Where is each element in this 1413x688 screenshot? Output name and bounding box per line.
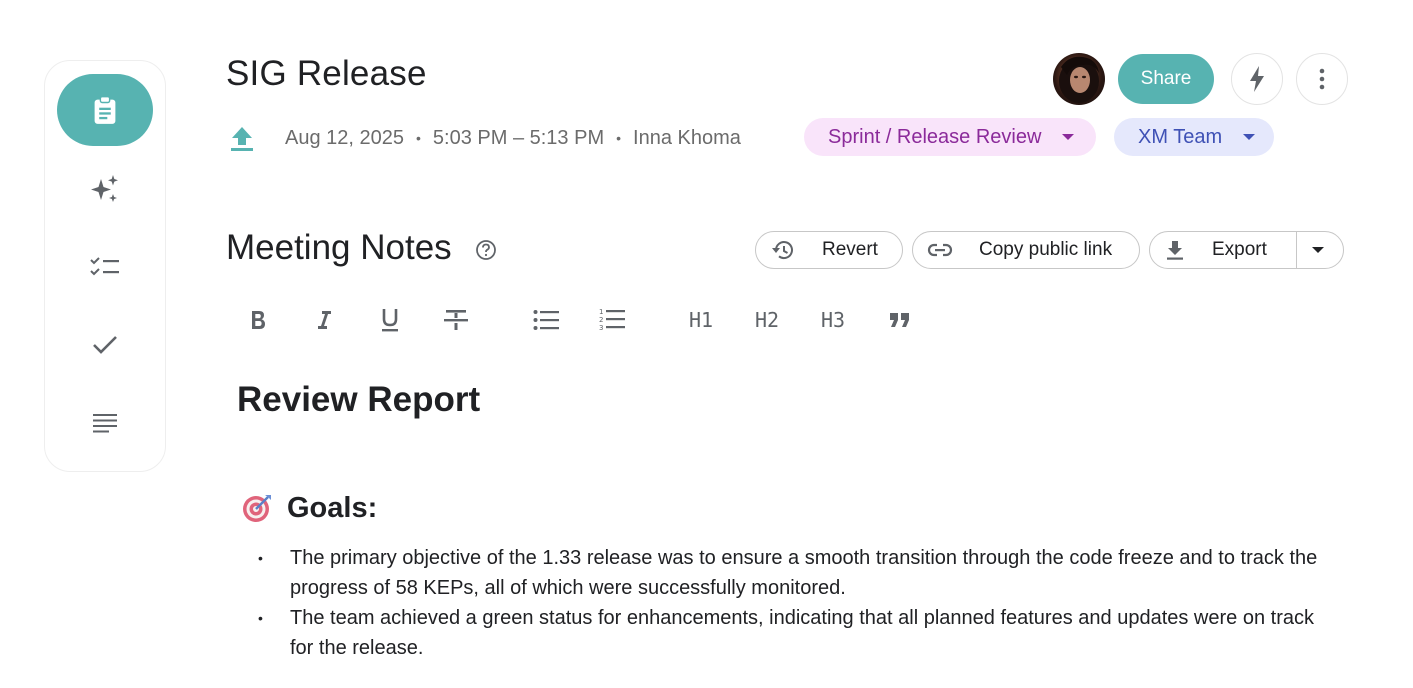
export-label: Export xyxy=(1212,239,1267,260)
strikethrough-button[interactable] xyxy=(440,304,472,336)
quote-button[interactable] xyxy=(884,304,916,336)
export-button[interactable]: Export xyxy=(1149,231,1344,269)
heading-3-button[interactable]: H3 xyxy=(816,304,850,336)
meeting-date: Aug 12, 2025 xyxy=(285,126,404,149)
svg-text:2: 2 xyxy=(599,316,603,324)
goals-heading-row: Goals: xyxy=(241,488,377,528)
section-title: Meeting Notes xyxy=(226,228,452,267)
avatar[interactable] xyxy=(1053,53,1105,105)
check-icon xyxy=(93,336,117,354)
list-item: The primary objective of the 1.33 releas… xyxy=(258,543,1338,603)
split-divider xyxy=(1296,232,1297,268)
more-vertical-icon xyxy=(1319,68,1325,90)
avatar-photo xyxy=(1059,56,1099,103)
document-title: Review Report xyxy=(237,380,481,419)
history-icon xyxy=(772,241,793,260)
copy-link-label: Copy public link xyxy=(979,239,1113,260)
heading-1-button[interactable]: H1 xyxy=(684,304,718,336)
svg-text:1: 1 xyxy=(599,308,603,316)
more-options-button[interactable] xyxy=(1296,53,1348,105)
chevron-down-icon xyxy=(1243,134,1256,140)
page-title: SIG Release xyxy=(226,54,427,93)
meta-separator: • xyxy=(416,130,421,146)
notes-lines-icon xyxy=(93,414,117,433)
sidebar-item-tasks[interactable] xyxy=(57,317,153,373)
revert-label: Revert xyxy=(822,239,878,260)
bold-button[interactable] xyxy=(242,304,274,336)
meeting-time: 5:03 PM – 5:13 PM xyxy=(432,126,605,149)
sidebar-item-notes[interactable] xyxy=(57,74,153,146)
tag-team[interactable]: XM Team xyxy=(1114,118,1274,156)
numbered-list-icon: 1 2 3 xyxy=(599,308,625,332)
bulleted-list-button[interactable] xyxy=(530,304,562,336)
bold-icon xyxy=(252,311,265,329)
sparkles-icon xyxy=(91,175,118,202)
italic-icon xyxy=(318,311,331,329)
share-button[interactable]: Share xyxy=(1118,54,1214,104)
heading-1-label: H1 xyxy=(688,308,714,332)
meeting-author: Inna Khoma xyxy=(633,126,741,149)
revert-button[interactable]: Revert xyxy=(755,231,903,269)
sidebar-item-transcript[interactable] xyxy=(57,395,153,451)
sidebar xyxy=(44,60,166,472)
bulleted-list-icon xyxy=(533,310,559,330)
chevron-down-icon xyxy=(1062,134,1075,140)
upload-icon[interactable] xyxy=(226,122,258,154)
checklist-icon xyxy=(90,257,119,276)
bolt-icon xyxy=(1250,66,1264,92)
quote-icon xyxy=(890,313,909,327)
svg-text:3: 3 xyxy=(599,324,603,332)
meta-separator: • xyxy=(616,130,622,146)
tag-label: XM Team xyxy=(1138,125,1223,148)
tag-meeting-type[interactable]: Sprint / Release Review xyxy=(804,118,1096,156)
underline-icon xyxy=(382,309,398,332)
meeting-meta: Aug 12, 2025 • 5:03 PM – 5:13 PM • Inna … xyxy=(226,120,741,156)
quick-actions-button[interactable] xyxy=(1231,53,1283,105)
clipboard-icon xyxy=(94,96,116,124)
download-icon xyxy=(1167,241,1183,260)
sidebar-item-action-items[interactable] xyxy=(57,239,153,295)
heading-2-button[interactable]: H2 xyxy=(750,304,784,336)
numbered-list-button[interactable]: 1 2 3 xyxy=(596,304,628,336)
tag-label: Sprint / Release Review xyxy=(828,125,1042,148)
goals-list: The primary objective of the 1.33 releas… xyxy=(258,543,1338,663)
list-item: The team achieved a green status for enh… xyxy=(258,603,1338,663)
heading-2-label: H2 xyxy=(754,308,780,332)
italic-button[interactable] xyxy=(308,304,340,336)
heading-3-label: H3 xyxy=(820,308,846,332)
target-icon xyxy=(243,495,271,522)
export-dropdown-caret-icon[interactable] xyxy=(1312,247,1324,253)
strikethrough-icon xyxy=(444,310,468,330)
help-icon[interactable] xyxy=(475,239,497,261)
goals-heading: Goals: xyxy=(287,491,378,524)
sidebar-item-ai[interactable] xyxy=(57,161,153,217)
link-icon xyxy=(927,243,953,257)
copy-public-link-button[interactable]: Copy public link xyxy=(912,231,1140,269)
underline-button[interactable] xyxy=(374,304,406,336)
